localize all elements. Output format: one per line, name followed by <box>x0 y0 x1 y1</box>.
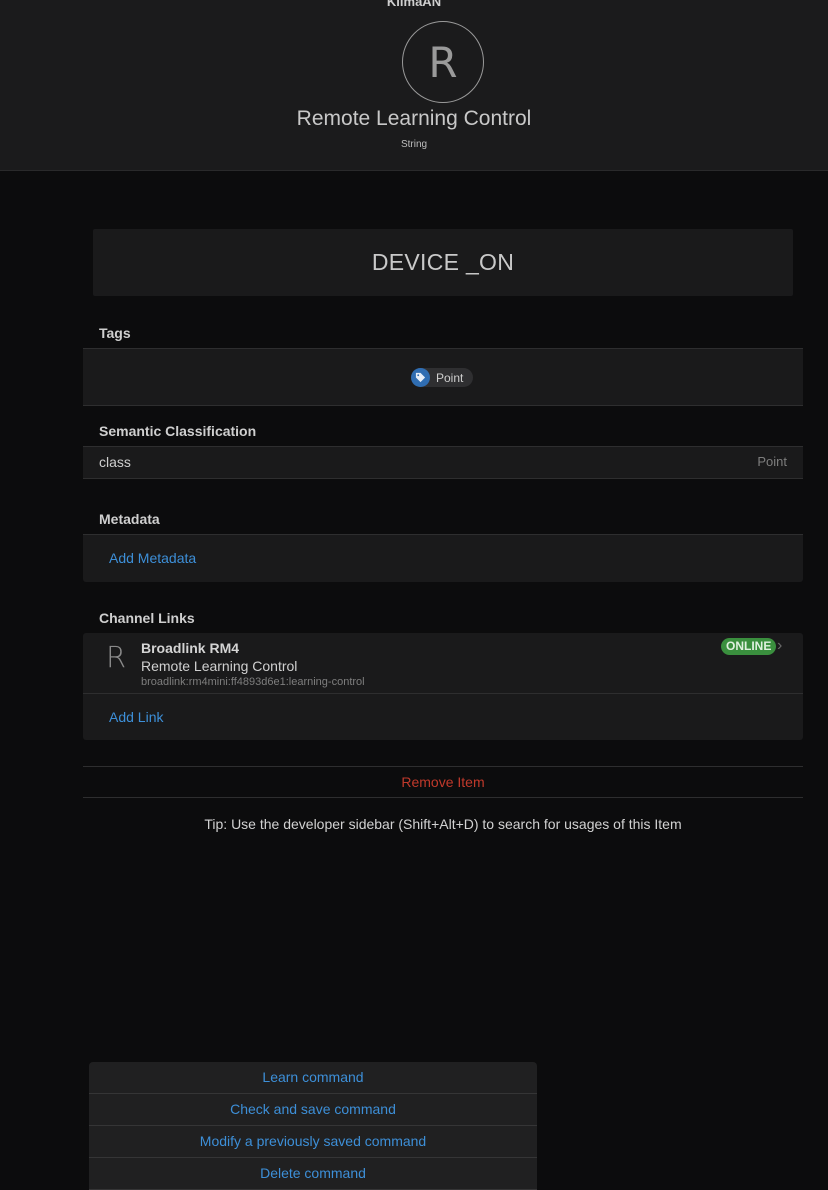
channel-link-uid: broadlink:rm4mini:ff4893d6e1:learning-co… <box>141 676 365 688</box>
remove-item-button[interactable]: Remove Item <box>83 766 803 798</box>
menu-item-check-save[interactable]: Check and save command <box>89 1094 537 1126</box>
tag-label: Point <box>436 370 464 385</box>
channel-link-avatar: R <box>106 640 127 674</box>
metadata-section-title: Metadata <box>99 511 160 527</box>
channel-link-channel: Remote Learning Control <box>141 658 298 674</box>
menu-item-learn[interactable]: Learn command <box>89 1062 537 1094</box>
chevron-right-icon[interactable]: › <box>777 637 782 655</box>
channel-links-section-title: Channel Links <box>99 610 195 626</box>
item-state-card[interactable]: DEVICE _ON <box>93 229 793 296</box>
channel-link-thing[interactable]: Broadlink RM4 <box>141 640 239 656</box>
semantic-class-row[interactable] <box>83 446 803 479</box>
tags-section-title: Tags <box>99 325 131 341</box>
page-title: Remote Learning Control <box>296 107 532 130</box>
item-header: KlimaAN R Remote Learning Control String <box>0 0 828 171</box>
links-divider <box>83 693 803 694</box>
menu-item-delete[interactable]: Delete command <box>89 1158 537 1190</box>
semantic-section-title: Semantic Classification <box>99 423 257 439</box>
menu-item-modify[interactable]: Modify a previously saved command <box>89 1126 537 1158</box>
tip-text: Tip: Use the developer sidebar (Shift+Al… <box>204 816 682 832</box>
status-badge: ONLINE <box>721 638 777 655</box>
item-type: String <box>400 139 428 150</box>
semantic-value: Point <box>757 454 787 469</box>
avatar: R <box>402 21 484 103</box>
add-link-link[interactable]: Add Link <box>109 709 163 725</box>
tag-icon <box>411 368 430 387</box>
add-metadata-link[interactable]: Add Metadata <box>109 550 196 566</box>
action-menu: Learn command Check and save command Mod… <box>89 1062 537 1190</box>
semantic-key: class <box>99 454 131 470</box>
top-label: KlimaAN <box>386 0 442 9</box>
tag-chip-point[interactable]: Point <box>411 368 473 387</box>
